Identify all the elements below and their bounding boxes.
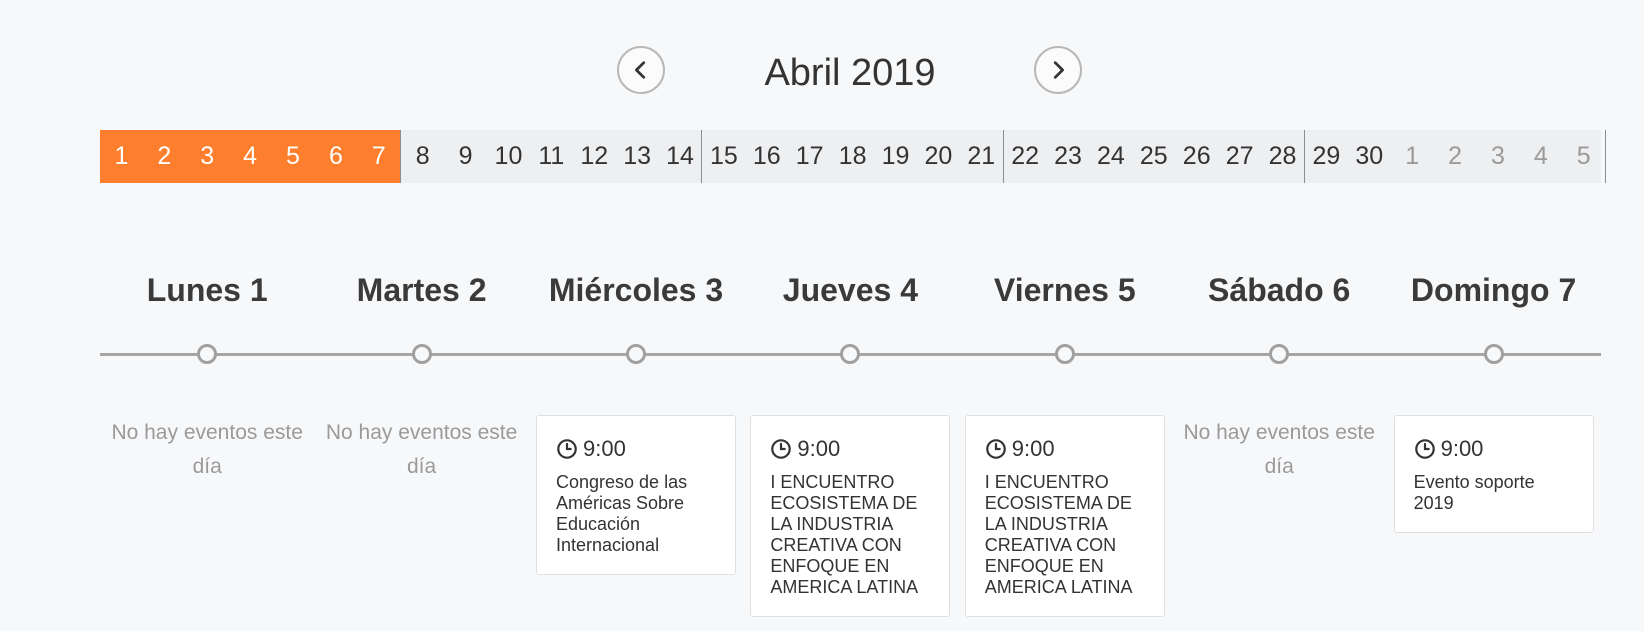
day-number[interactable]: 19 (874, 130, 917, 183)
day-number[interactable]: 4 (1519, 130, 1562, 183)
day-number[interactable]: 18 (831, 130, 874, 183)
day-number[interactable]: 3 (1477, 130, 1520, 183)
timeline-dot (197, 344, 218, 364)
clock-icon (556, 438, 583, 460)
event-time: 9:00 (1414, 436, 1575, 462)
day-number[interactable]: 27 (1218, 130, 1261, 183)
chevron-left-icon (635, 61, 646, 79)
day-number[interactable]: 28 (1261, 130, 1304, 183)
day-number[interactable]: 1 (100, 130, 143, 183)
event-card[interactable]: 9:00 I ENCUENTRO ECOSISTEMA DE LA INDUSTR… (964, 415, 1165, 617)
event-time-text: 9:00 (583, 436, 626, 461)
day-number[interactable]: 23 (1047, 130, 1090, 183)
day-number[interactable]: 10 (487, 130, 530, 183)
event-time-text: 9:00 (1440, 436, 1484, 461)
day-number[interactable]: 14 (659, 130, 702, 183)
event-card[interactable]: 9:00 Congreso de las Américas Sobre Educa… (536, 415, 736, 575)
event-time: 9:00 (985, 436, 1146, 462)
day-number[interactable]: 11 (530, 130, 573, 183)
month-title: Abril 2019 (764, 52, 936, 94)
no-events-text: No hay eventos este día (325, 421, 518, 478)
clock-icon (770, 438, 797, 460)
timeline-dot (1269, 344, 1290, 364)
next-month-button[interactable] (1034, 46, 1082, 94)
no-events-text: No hay eventos este día (111, 421, 303, 478)
day-number[interactable]: 2 (143, 130, 186, 183)
day-column: Martes 2 (315, 260, 529, 320)
day-number[interactable]: 21 (960, 130, 1003, 183)
day-number[interactable]: 9 (444, 130, 487, 183)
event-time: 9:00 (556, 436, 717, 462)
day-number[interactable]: 24 (1089, 130, 1132, 183)
no-events-text: No hay eventos este día (1183, 421, 1375, 478)
week-group[interactable]: 8 9 10 11 12 13 14 (401, 130, 703, 183)
week-group[interactable]: 29 30 1 2 3 4 5 (1305, 130, 1607, 183)
calendar-header: Abril 2019 (0, 0, 1644, 120)
event-title: Evento soporte 2019 (1413, 472, 1535, 513)
day-column: Jueves 4 (743, 260, 957, 320)
timeline-dot (626, 344, 646, 364)
clock-icon (985, 438, 1012, 460)
week-group[interactable]: 1234567 (100, 130, 402, 183)
week-group[interactable]: 15 16 17 18 19 20 21 (702, 130, 1004, 183)
day-number[interactable]: 29 (1305, 130, 1348, 183)
timeline-dot (840, 344, 861, 364)
event-time-text: 9:00 (797, 436, 841, 461)
day-number[interactable]: 13 (616, 130, 659, 183)
timeline-dot (1483, 344, 1504, 364)
event-card[interactable]: 9:00 Evento soporte 2019 (1393, 415, 1594, 533)
event-time: 9:00 (770, 436, 931, 462)
day-number[interactable]: 17 (788, 130, 831, 183)
event-time-text: 9:00 (1011, 436, 1055, 461)
event-title: I ENCUENTRO ECOSISTEMA DE LA INDUSTRIA C… (984, 472, 1133, 597)
day-label: Viernes 5 (993, 272, 1136, 308)
day-label: Jueves 4 (782, 272, 918, 308)
day-column: Viernes 5 (958, 260, 1172, 320)
day-label: Lunes 1 (146, 272, 268, 308)
day-label: Sábado 6 (1208, 272, 1351, 308)
day-column: Domingo 7 (1387, 260, 1601, 320)
day-number[interactable]: 3 (186, 130, 229, 183)
timeline-dot (411, 344, 432, 364)
day-number[interactable]: 12 (573, 130, 616, 183)
day-number[interactable]: 26 (1175, 130, 1218, 183)
day-number[interactable]: 16 (745, 130, 788, 183)
day-number[interactable]: 25 (1132, 130, 1175, 183)
week-group[interactable]: 22 23 24 25 26 27 28 (1004, 130, 1305, 183)
day-strip: 1 2 3 4 5 6 7 8 9 10 11 12 13 14 15 16 17 18 19 20 21 22 23 24 2… (100, 130, 1607, 183)
clock-icon (1414, 438, 1441, 460)
day-number[interactable]: 2 (1434, 130, 1477, 183)
event-title: I ENCUENTRO ECOSISTEMA DE LA INDUSTRIA C… (770, 472, 919, 597)
previous-month-button[interactable] (617, 46, 665, 94)
chevron-right-icon (1053, 61, 1064, 79)
event-card[interactable]: 9:00 I ENCUENTRO ECOSISTEMA DE LA INDUSTR… (750, 415, 951, 617)
day-number[interactable]: 7 (357, 130, 400, 183)
day-label: Miércoles 3 (548, 272, 724, 308)
day-number[interactable]: 22 (1004, 130, 1047, 183)
day-number[interactable]: 15 (702, 130, 745, 183)
day-column: Sábado 6 (1172, 260, 1386, 320)
day-number[interactable]: 1 (1391, 130, 1434, 183)
week-timeline: Lunes 1 No hay eventos este día Martes 2 No… (100, 260, 1601, 617)
day-number[interactable]: 8 (401, 130, 444, 183)
event-title: Congreso de las Américas Sobre Educación… (556, 472, 688, 555)
timeline-dot (1054, 344, 1075, 364)
day-number[interactable]: 30 (1348, 130, 1391, 183)
day-number[interactable]: 20 (917, 130, 960, 183)
day-label: Martes 2 (356, 272, 487, 308)
day-number[interactable]: 4 (229, 130, 272, 183)
day-number[interactable]: 5 (272, 130, 315, 183)
day-column: Lunes 1 (100, 260, 314, 320)
day-label: Domingo 7 (1410, 272, 1577, 308)
day-number[interactable]: 6 (314, 130, 357, 183)
day-number[interactable]: 5 (1562, 130, 1605, 183)
day-column: Miércoles 3 (529, 260, 743, 320)
